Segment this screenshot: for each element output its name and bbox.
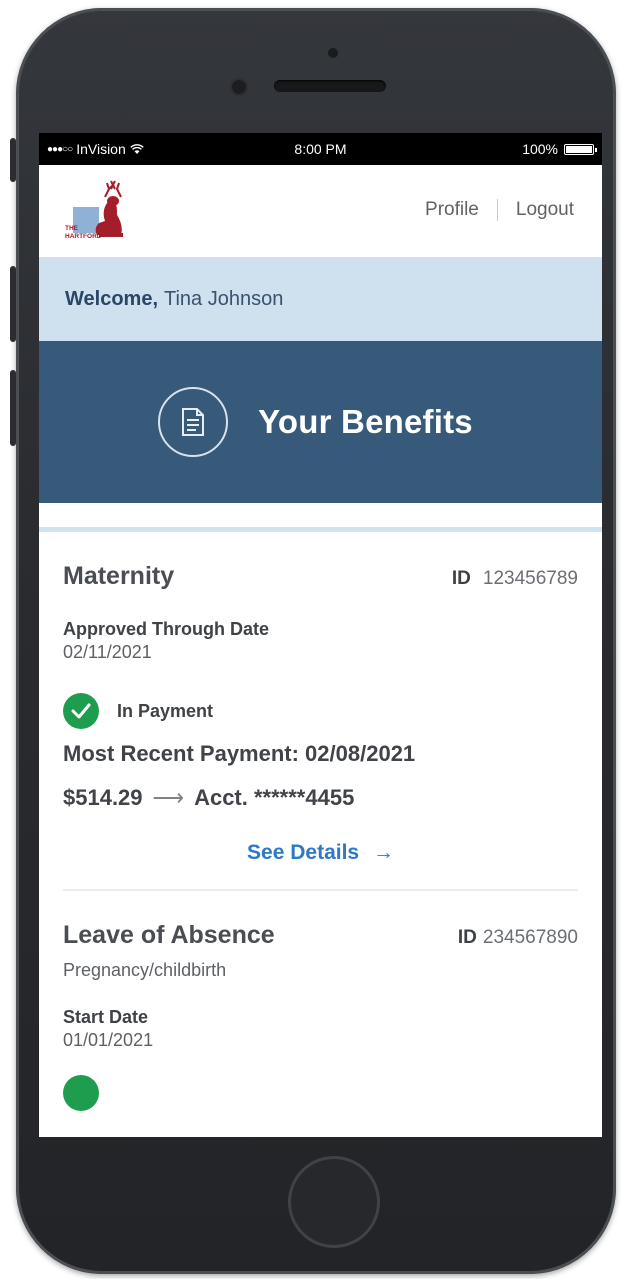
stag-logo-icon: THE HARTFORD	[65, 180, 123, 240]
benefits-hero: Your Benefits	[39, 341, 602, 503]
svg-text:THE: THE	[65, 225, 79, 232]
hartford-logo[interactable]: THE HARTFORD	[59, 175, 135, 251]
approved-value: 02/11/2021	[63, 642, 152, 662]
proximity-sensor	[328, 48, 338, 58]
welcome-banner: Welcome, Tina Johnson	[39, 257, 602, 341]
benefit-card-leave: Leave of Absence ID 234567890 Pregnancy/c…	[39, 891, 602, 1111]
approved-label: Approved Through Date	[63, 619, 269, 639]
mute-switch	[10, 138, 16, 182]
wifi-icon	[130, 143, 144, 154]
battery-icon	[564, 143, 597, 155]
link-divider	[496, 199, 498, 221]
hero-divider	[39, 503, 602, 532]
benefit-title: Maternity	[63, 562, 175, 590]
status-bar: ●●●○○ InVision 8:00 PM 100%	[39, 133, 602, 165]
arrow-right-icon: →	[372, 841, 394, 864]
battery-percent: 100%	[522, 141, 558, 157]
document-icon	[158, 387, 229, 457]
welcome-greeting: Welcome,	[65, 287, 158, 310]
id-label: ID	[457, 927, 477, 948]
id-label: ID	[451, 568, 471, 589]
benefit-title: Leave of Absence	[63, 921, 275, 949]
arrow-right-icon: ⟶	[152, 785, 185, 810]
id-value: 123456789	[482, 568, 578, 589]
carrier-name: InVision	[76, 141, 126, 157]
recent-payment: Most Recent Payment: 02/08/2021	[63, 741, 416, 766]
signal-strength: ●●●○○	[47, 143, 73, 155]
page-title: Your Benefits	[258, 403, 473, 440]
check-icon	[63, 693, 99, 729]
start-date-value: 01/01/2021	[63, 1030, 154, 1050]
profile-link[interactable]: Profile	[425, 199, 479, 221]
benefit-subtitle: Pregnancy/childbirth	[63, 960, 227, 980]
front-camera	[230, 78, 248, 96]
account-number: Acct. ******4455	[194, 785, 355, 810]
payment-status: In Payment	[63, 693, 578, 729]
benefit-card-maternity: Maternity ID 123456789 Approved Through D…	[39, 532, 602, 889]
top-navigation: THE HARTFORD Profile Logout	[39, 165, 602, 257]
logout-link[interactable]: Logout	[516, 199, 574, 221]
payment-amount: $514.29	[63, 785, 143, 810]
see-details-label: See Details	[247, 841, 360, 864]
earpiece-speaker	[274, 80, 386, 92]
phone-screen: ●●●○○ InVision 8:00 PM 100% THE HARTFORD…	[39, 133, 602, 1137]
volume-down-button	[10, 370, 16, 446]
benefit-id: ID 123456789	[452, 568, 578, 590]
benefit-id: ID 234567890	[458, 927, 578, 949]
volume-up-button	[10, 266, 16, 342]
start-date-label: Start Date	[63, 1007, 149, 1027]
user-name: Tina Johnson	[164, 287, 284, 310]
id-value: 234567890	[482, 927, 578, 948]
home-button[interactable]	[288, 1156, 380, 1248]
payment-amount-row: $514.29 ⟶ Acct. ******4455	[63, 785, 578, 811]
status-label: In Payment	[117, 700, 214, 721]
check-icon	[63, 1075, 99, 1111]
see-details-link[interactable]: See Details →	[63, 841, 578, 889]
svg-text:HARTFORD: HARTFORD	[65, 233, 102, 240]
